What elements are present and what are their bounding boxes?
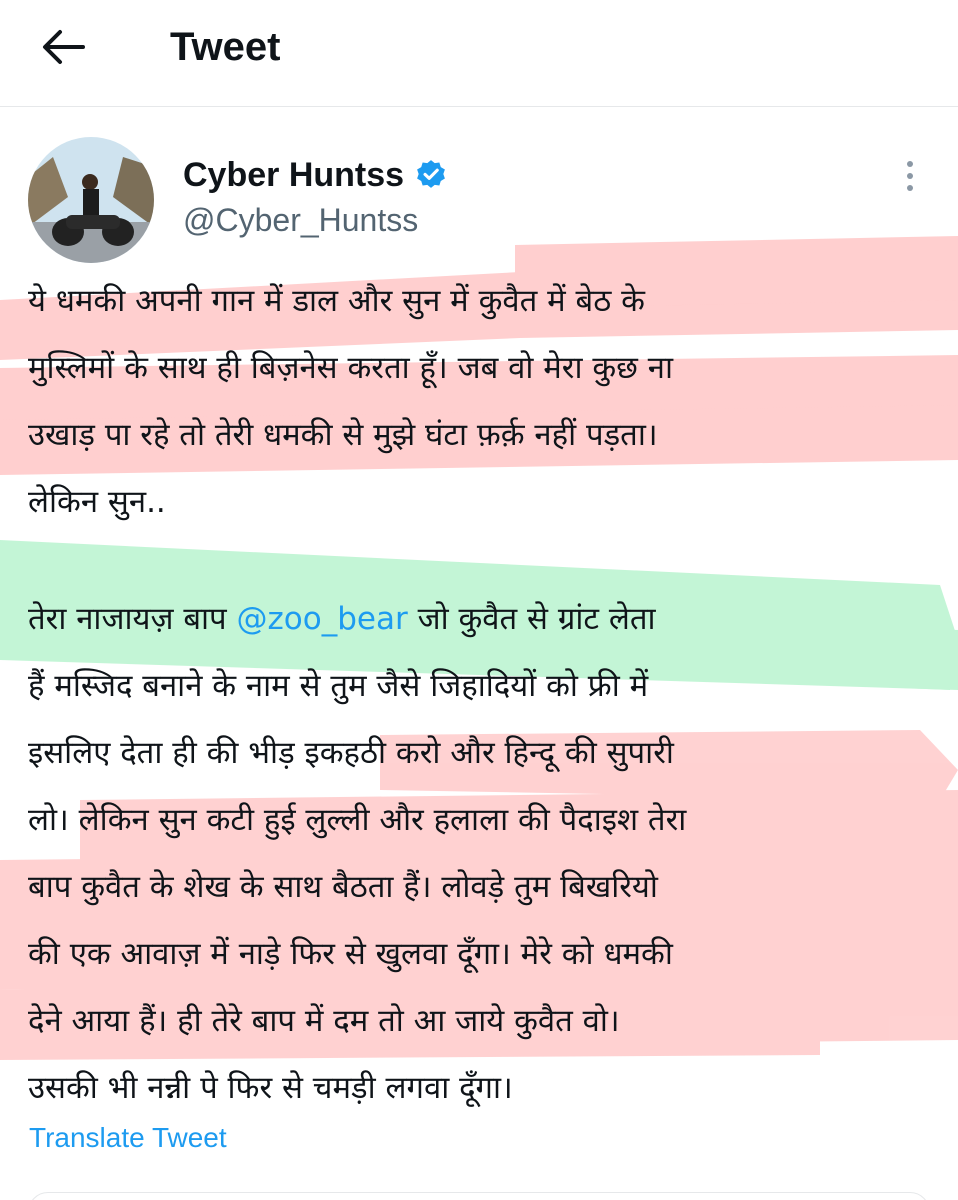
bottom-card-edge	[28, 1192, 930, 1200]
tweet-line: इसलिए देता ही की भीड़ इकहठी करो और हिन्द…	[28, 735, 674, 771]
tweet-text: ये धमकी अपनी गान में डाल और सुन में कुवै…	[28, 268, 943, 1122]
tweet-line: ये धमकी अपनी गान में डाल और सुन में कुवै…	[28, 283, 645, 319]
tweet-line: लो। लेकिन सुन कटी हुई लुल्ली और हलाला की…	[28, 802, 687, 838]
tweet-line: देने आया हैं। ही तेरे बाप में दम तो आ जा…	[28, 1003, 620, 1039]
author-display-name[interactable]: Cyber Huntss	[183, 153, 448, 197]
tweet-line: उसकी भी नन्नी पे फिर से चमड़ी लगवा दूँगा…	[28, 1070, 513, 1106]
author-handle[interactable]: @Cyber_Huntss	[183, 198, 418, 242]
back-button[interactable]	[38, 22, 88, 72]
tweet-line: बाप कुवैत के शेख के साथ बैठता हैं। लोवड़…	[28, 869, 658, 905]
tweet-line: हैं मस्जिद बनाने के नाम से तुम जैसे जिहा…	[28, 668, 649, 704]
tweet-line-segment: तेरा नाजायज़ बाप	[28, 601, 237, 637]
tweet-line: लेकिन सुन..	[28, 484, 166, 520]
tweet-line: तेरा नाजायज़ बाप @zoo_bear जो कुवैत से ग…	[28, 586, 943, 653]
verified-badge-icon	[417, 160, 445, 188]
top-app-bar: Tweet	[0, 0, 958, 107]
tweet-line-segment: जो कुवैत से ग्रांट लेता	[407, 601, 656, 637]
tweet-line: उखाड़ पा रहे तो तेरी धमकी से मुझे घंटा फ…	[28, 417, 658, 453]
tweet-detail-page: Tweet Cyber Huntss @Cyber_Huntss ये धमकी…	[0, 0, 958, 1200]
tweet-line: मुस्लिमों के साथ ही बिज़नेस करता हूँ। जब…	[28, 350, 673, 386]
profile-photo-image	[28, 137, 154, 263]
arrow-left-icon	[43, 30, 85, 64]
mention-link[interactable]: @zoo_bear	[237, 601, 408, 637]
page-title: Tweet	[170, 25, 281, 69]
translate-tweet-link[interactable]: Translate Tweet	[29, 1118, 227, 1158]
more-options-button[interactable]	[888, 152, 932, 200]
author-name-text: Cyber Huntss	[183, 156, 405, 194]
tweet-line: की एक आवाज़ में नाड़े फिर से खुलवा दूँगा…	[28, 936, 673, 972]
more-vertical-icon	[907, 161, 913, 191]
avatar[interactable]	[28, 137, 154, 263]
